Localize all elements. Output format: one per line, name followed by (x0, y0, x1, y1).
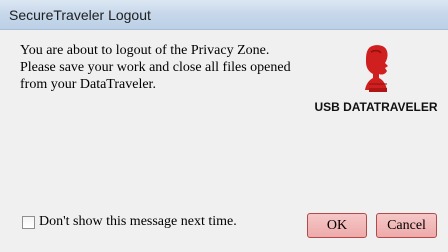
dont-show-again-checkbox[interactable] (22, 216, 35, 229)
kingston-head-logo-icon (365, 45, 388, 92)
datatraveler-logo: USB DATATRAVELER (304, 44, 448, 120)
message-line: from your DataTraveler. (20, 77, 156, 92)
logout-message: You are about to logout of the Privacy Z… (20, 42, 320, 93)
dont-show-again-label[interactable]: Don't show this message next time. (39, 214, 237, 230)
message-line: You are about to logout of the Privacy Z… (20, 43, 270, 58)
cancel-button[interactable]: Cancel (376, 213, 437, 238)
logout-dialog: SecureTraveler Logout You are about to l… (0, 0, 448, 252)
window-title: SecureTraveler Logout (9, 7, 151, 23)
ok-button[interactable]: OK (307, 213, 367, 238)
logo-wordmark: USB DATATRAVELER (314, 100, 438, 114)
title-bar[interactable]: SecureTraveler Logout (0, 0, 448, 30)
message-line: Please save your work and close all file… (20, 60, 291, 75)
